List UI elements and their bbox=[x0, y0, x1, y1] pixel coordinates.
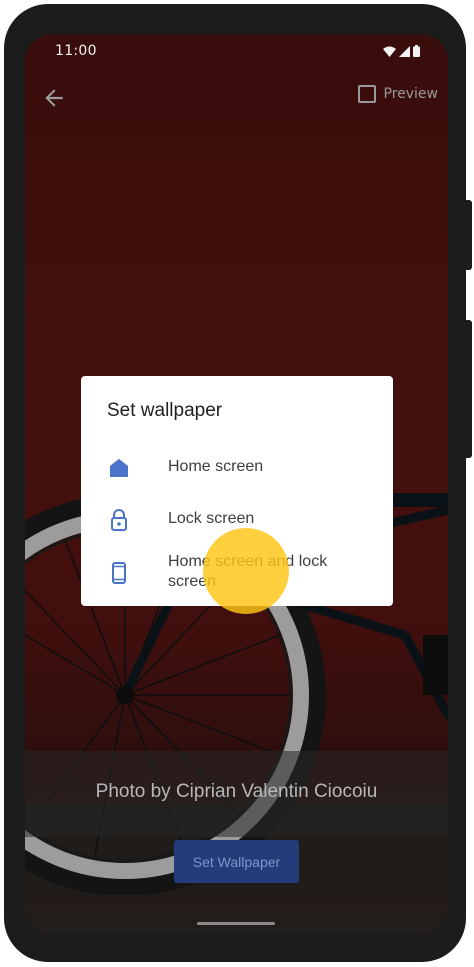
home-icon bbox=[110, 459, 128, 477]
option-label: Lock screen bbox=[168, 510, 255, 527]
preview-label: Preview bbox=[383, 86, 439, 102]
home-indicator[interactable] bbox=[197, 922, 275, 925]
set-wallpaper-button[interactable]: Set Wallpaper bbox=[174, 840, 299, 883]
phone-icon bbox=[112, 562, 126, 584]
option-label: Home screen bbox=[168, 458, 264, 475]
set-wallpaper-dialog: Set wallpaper Home screen Lock screen Ho bbox=[81, 376, 393, 606]
battery-icon bbox=[413, 45, 420, 57]
option-home-and-lock-screen[interactable]: Home screen and lock screen bbox=[81, 546, 393, 604]
status-bar: 11:00 bbox=[25, 35, 448, 67]
photo-credit: Photo by Ciprian Valentin Ciocoiu bbox=[95, 781, 378, 802]
dialog-title: Set wallpaper bbox=[107, 400, 223, 421]
screen: 11:00 Preview Photo by Ciprian Valentin … bbox=[25, 35, 448, 933]
volume-button bbox=[466, 320, 472, 458]
status-time: 11:00 bbox=[55, 43, 97, 59]
preview-toggle[interactable]: Preview bbox=[357, 85, 439, 103]
arrow-back-icon[interactable] bbox=[41, 85, 67, 111]
option-label: Home screen and lock screen bbox=[168, 553, 328, 590]
option-home-screen[interactable]: Home screen bbox=[81, 444, 393, 494]
option-lock-screen[interactable]: Lock screen bbox=[81, 496, 393, 546]
lock-icon bbox=[111, 509, 127, 531]
top-bar: Preview bbox=[25, 77, 448, 117]
power-button bbox=[466, 200, 472, 270]
preview-checkbox[interactable] bbox=[357, 85, 376, 103]
cell-signal-icon bbox=[399, 46, 410, 57]
wifi-icon bbox=[383, 46, 396, 57]
